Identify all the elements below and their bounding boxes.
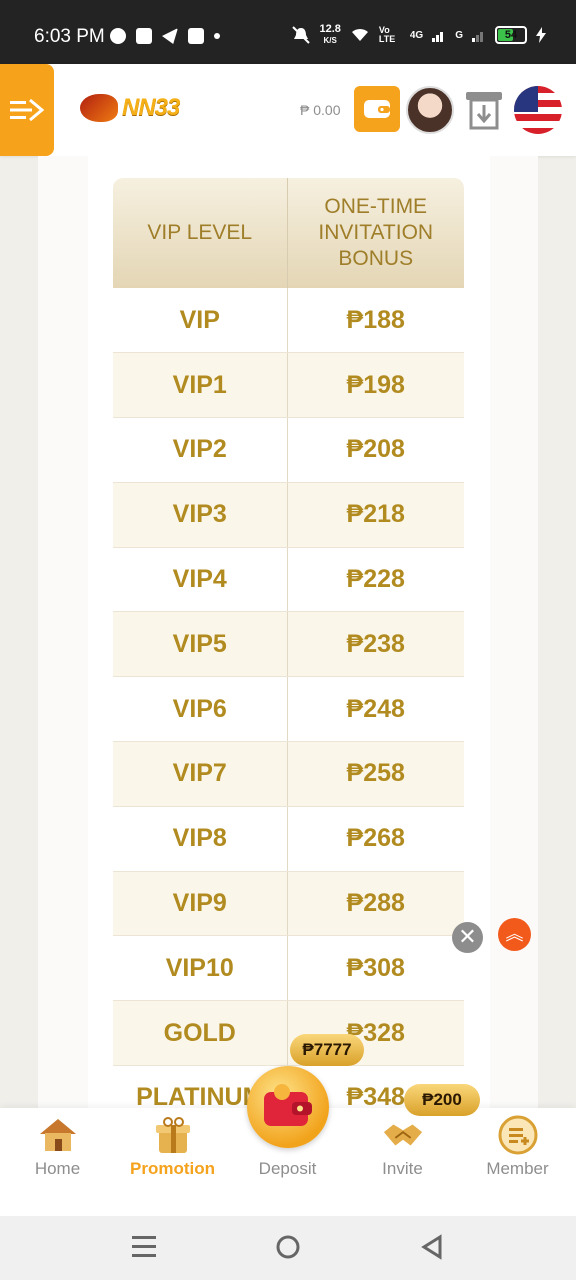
bonus-cell: ₱258 [287,741,464,807]
network-g: G [455,29,463,41]
wallet-icon [264,1084,312,1126]
table-row: VIP7 ₱258 [113,741,464,807]
network-speed: 12.8 K/S [319,23,341,46]
bonus-cell: ₱198 [287,352,464,419]
bonus-cell: ₱188 [287,288,464,354]
back-icon[interactable] [420,1234,444,1260]
volte-label: Vo LTE [378,25,396,44]
menu-arrow-icon [10,98,44,122]
nav-invite[interactable]: Invite [345,1108,460,1216]
vip-bonus-table: VIP LEVEL ONE-TIME INVITATION BONUS VIP ₱… [113,178,464,1131]
home-circle-icon[interactable] [276,1234,300,1260]
table-row: VIP2 ₱208 [113,417,464,483]
table-row: GOLD ₱328 [113,1000,464,1067]
scroll-top-button[interactable]: ︽ [498,918,531,951]
invite-bonus-badge: ₱200 [404,1084,480,1116]
charging-icon [536,27,546,43]
app-icon [136,28,152,44]
vip-level-cell: VIP7 [113,741,288,807]
vip-level-cell: GOLD [113,1000,288,1067]
bonus-cell: ₱218 [287,482,464,548]
close-float-button[interactable]: ✕ [452,922,483,953]
recents-icon[interactable] [132,1234,156,1260]
facebook-icon [188,28,204,44]
status-bar: 6:03 PM 12.8 K/S Vo LTE 4G G 54 [0,0,576,64]
nav-member[interactable]: Member [460,1108,575,1216]
bonus-cell: ₱308 [287,935,464,1002]
nav-home[interactable]: Home [0,1108,115,1216]
balance-value: ₱ 0.00 [300,102,341,118]
vip-level-cell: VIP8 [113,806,288,872]
bonus-cell: ₱208 [287,417,464,483]
logo-text: NN33 [122,94,180,121]
table-row: VIP1 ₱198 [113,352,464,419]
deposit-bonus-badge: ₱7777 [290,1034,364,1066]
vip-level-cell: VIP [113,288,288,354]
bonus-cell: ₱238 [287,611,464,678]
table-header-bonus: ONE-TIME INVITATION BONUS [287,178,464,288]
nav-invite-label: Invite [382,1159,423,1178]
vip-level-cell: VIP10 [113,935,288,1002]
network-4g: 4G [409,29,424,41]
handshake-icon [382,1114,424,1156]
signal-icon [432,32,444,42]
download-app-button[interactable] [464,89,504,131]
user-avatar[interactable] [406,86,454,134]
status-time: 6:03 PM [34,26,105,47]
system-nav-bar [0,1216,576,1280]
table-row: VIP3 ₱218 [113,482,464,548]
home-icon [37,1114,79,1156]
vip-level-cell: VIP4 [113,547,288,613]
bonus-cell: ₱228 [287,547,464,613]
eagle-logo-icon [80,94,118,122]
mute-icon [292,26,311,44]
nav-deposit-label: Deposit [258,1159,317,1178]
table-row: VIP4 ₱228 [113,547,464,613]
table-row: VIP6 ₱248 [113,676,464,743]
wallet-icon [364,100,390,118]
nav-promotion-label: Promotion [130,1159,215,1178]
telegram-icon [162,28,178,44]
table-row: VIP9 ₱288 [113,871,464,937]
download-icon [466,92,502,130]
vip-level-cell: VIP3 [113,482,288,548]
signal-icon-2 [472,32,483,42]
table-row: VIP8 ₱268 [113,806,464,872]
brand-logo[interactable]: NN33 [80,94,180,122]
vip-level-cell: VIP9 [113,871,288,937]
wifi-icon [351,28,368,41]
battery-icon: 54 [495,26,527,44]
table-row: VIP5 ₱238 [113,611,464,678]
bonus-cell: ₱268 [287,806,464,872]
gift-icon [152,1114,194,1156]
table-row: VIP ₱188 [113,288,464,354]
table-row: VIP10 ₱308 [113,935,464,1002]
deposit-button[interactable] [247,1066,329,1148]
language-flag-icon[interactable] [514,86,562,134]
nav-promotion[interactable]: Promotion [115,1108,230,1216]
member-icon [497,1114,539,1156]
vip-level-cell: VIP5 [113,611,288,678]
wallet-button[interactable] [354,86,400,132]
vip-level-cell: VIP6 [113,676,288,743]
messenger-icon [110,28,126,44]
vip-level-cell: VIP1 [113,352,288,419]
more-dot-icon [214,33,220,39]
bonus-cell: ₱248 [287,676,464,743]
nav-member-label: Member [486,1159,549,1178]
table-header-vip-level: VIP LEVEL [113,178,288,288]
bonus-cell: ₱288 [287,871,464,937]
menu-button[interactable] [0,64,54,156]
app-header: NN33 ₱ 0.00 [0,64,576,156]
nav-home-label: Home [34,1159,81,1178]
vip-level-cell: VIP2 [113,417,288,483]
